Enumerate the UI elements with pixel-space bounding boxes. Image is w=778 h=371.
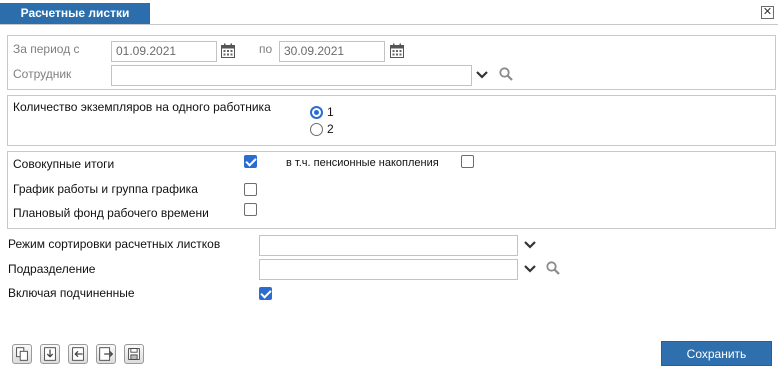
copies-radio-2[interactable]	[310, 123, 323, 136]
chevron-down-icon[interactable]	[523, 240, 537, 250]
close-icon[interactable]: ✕	[761, 6, 774, 19]
employee-input[interactable]	[111, 65, 472, 86]
period-from-input[interactable]: 01.09.2021	[111, 41, 217, 62]
calendar-icon[interactable]	[389, 43, 405, 59]
period-label: За период с	[13, 42, 80, 56]
schedule-label: График работы и группа графика	[13, 182, 198, 196]
copy-icon[interactable]	[12, 344, 32, 364]
department-label: Подразделение	[8, 262, 96, 276]
calendar-icon[interactable]	[220, 43, 236, 59]
search-icon[interactable]	[499, 67, 513, 81]
sort-mode-select[interactable]	[259, 235, 518, 256]
sort-mode-label: Режим сортировки расчетных листков	[8, 237, 221, 251]
include-sub-label: Включая подчиненные	[8, 286, 135, 300]
copies-option-label: 2	[327, 122, 334, 136]
include-sub-checkbox[interactable]	[259, 287, 272, 300]
save-disk-icon[interactable]	[124, 344, 144, 364]
save-button[interactable]: Сохранить	[661, 341, 772, 366]
copies-radio-1[interactable]	[310, 106, 323, 119]
import-icon[interactable]	[40, 344, 60, 364]
export-icon[interactable]	[96, 344, 116, 364]
fund-label: Плановый фонд рабочего времени	[13, 206, 209, 220]
enter-icon[interactable]	[68, 344, 88, 364]
period-to-label: по	[259, 42, 273, 56]
period-to-input[interactable]: 30.09.2021	[279, 41, 385, 62]
chevron-down-icon[interactable]	[475, 70, 489, 80]
schedule-checkbox[interactable]	[244, 183, 257, 196]
employee-label: Сотрудник	[13, 67, 72, 81]
copies-label: Количество экземпляров на одного работни…	[13, 100, 271, 114]
copies-option-label: 1	[327, 105, 334, 119]
department-input[interactable]	[259, 259, 518, 280]
pension-label: в т.ч. пенсионные накопления	[286, 157, 439, 169]
search-icon[interactable]	[546, 261, 560, 275]
cumulative-checkbox[interactable]	[244, 155, 257, 168]
title-divider	[0, 24, 778, 25]
window-title-tab: Расчетные листки	[0, 3, 150, 24]
chevron-down-icon[interactable]	[523, 264, 537, 274]
fund-checkbox[interactable]	[244, 203, 257, 216]
cumulative-label: Совокупные итоги	[13, 157, 115, 171]
pension-checkbox[interactable]	[461, 155, 474, 168]
